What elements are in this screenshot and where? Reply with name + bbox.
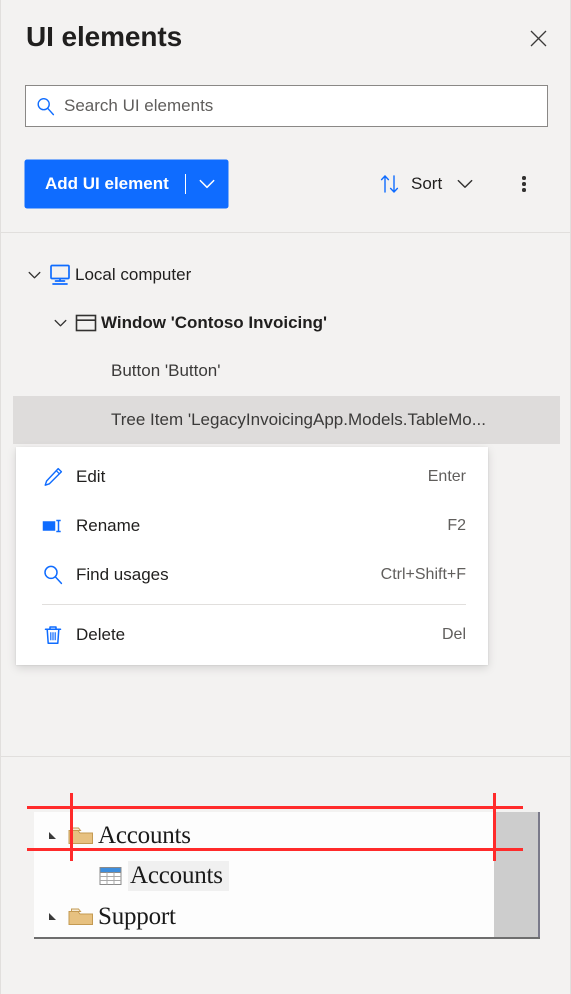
menu-item-shortcut: Del: [441, 625, 466, 643]
menu-item-shortcut: F2: [447, 516, 466, 534]
menu-item-label: Edit: [76, 466, 106, 486]
close-icon[interactable]: [522, 22, 554, 54]
more-dot: [522, 182, 526, 186]
menu-separator: [42, 604, 466, 605]
preview-row-label: Accounts: [128, 861, 229, 891]
chevron-down-icon[interactable]: [448, 179, 482, 189]
monitor-icon: [45, 263, 75, 287]
menu-item-edit[interactable]: Edit Enter: [16, 452, 488, 501]
tree-row-label: Button 'Button': [111, 361, 221, 380]
menu-item-label: Delete: [76, 624, 126, 644]
menu-item-shortcut: Enter: [427, 467, 466, 485]
sort-label: Sort: [411, 174, 443, 193]
context-menu: Edit Enter Rename F2 Find usages Ctrl+Sh…: [16, 447, 488, 665]
highlight-line-horizontal-bottom: [27, 848, 523, 851]
more-dot: [522, 176, 526, 180]
highlight-line-vertical-right: [493, 793, 496, 861]
more-dot: [522, 188, 526, 192]
expand-arrow-icon: [42, 829, 64, 843]
menu-item-shortcut: Ctrl+Shift+F: [380, 565, 466, 583]
folder-icon: [64, 906, 98, 928]
add-ui-element-label: Add UI element: [45, 174, 169, 193]
highlight-line-vertical-left: [70, 793, 73, 861]
element-preview-image: Accounts Accounts Support: [34, 812, 540, 939]
search-icon: [26, 97, 64, 116]
search-input[interactable]: [64, 94, 547, 118]
rename-icon: [42, 515, 76, 537]
menu-item-label: Rename: [76, 515, 141, 535]
search-icon: [42, 564, 76, 586]
highlight-line-horizontal-top: [27, 806, 523, 809]
tree-row[interactable]: Window 'Contoso Invoicing': [13, 299, 560, 347]
chevron-down-icon[interactable]: [23, 271, 45, 280]
table-icon: [94, 864, 128, 888]
sort-arrows-icon: [377, 173, 403, 195]
menu-item-delete[interactable]: Delete Del: [16, 610, 488, 659]
command-bar: Add UI element Sort: [1, 160, 570, 210]
trash-icon: [42, 624, 76, 646]
ui-elements-panel: UI elements Add UI element: [0, 0, 571, 994]
panel-header: UI elements: [1, 0, 570, 78]
menu-item-label: Find usages: [76, 564, 169, 584]
preview-scrollbar: [494, 812, 540, 937]
preview-row-label: Accounts: [98, 822, 191, 849]
preview-row: Support: [42, 897, 176, 937]
tree-row-label: Window 'Contoso Invoicing': [101, 313, 328, 332]
sort-button[interactable]: Sort: [377, 162, 482, 206]
preview-row-label: Support: [98, 903, 176, 930]
menu-item-find-usages[interactable]: Find usages Ctrl+Shift+F: [16, 550, 488, 599]
more-vertical-icon[interactable]: [509, 162, 539, 206]
page-title: UI elements: [26, 21, 183, 52]
expand-arrow-icon: [42, 910, 64, 924]
pencil-icon: [42, 466, 76, 488]
tree-row[interactable]: Tree Item 'LegacyInvoicingApp.Models.Tab…: [13, 396, 560, 444]
tree-row-label: Tree Item 'LegacyInvoicingApp.Models.Tab…: [111, 410, 486, 429]
preview-row: Accounts: [94, 856, 229, 896]
menu-item-rename[interactable]: Rename F2: [16, 501, 488, 550]
tree-row[interactable]: Local computer: [13, 251, 560, 299]
tree-row-label: Local computer: [75, 265, 192, 284]
window-icon: [71, 313, 101, 333]
chevron-down-icon[interactable]: [186, 160, 228, 208]
chevron-down-icon[interactable]: [49, 319, 71, 328]
add-ui-element-button[interactable]: Add UI element: [25, 160, 228, 208]
search-box[interactable]: [25, 85, 548, 127]
tree-row[interactable]: Button 'Button': [13, 347, 560, 395]
